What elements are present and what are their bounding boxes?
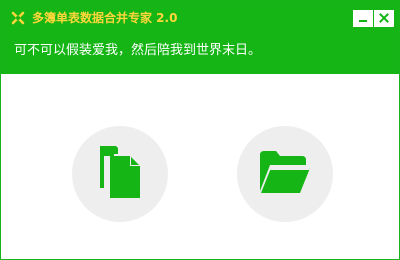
- copy-files-icon: [98, 144, 142, 204]
- close-button[interactable]: [374, 10, 394, 27]
- window-title: 多簿单表数据合并专家 2.0: [32, 11, 178, 25]
- subtitle-text: 可不可以假装爱我，然后陪我到世界末日。: [14, 43, 262, 58]
- minimize-button[interactable]: [353, 10, 373, 27]
- app-window: 多簿单表数据合并专家 2.0 可不可以假装爱我，然后陪我到世界末日。: [0, 0, 400, 260]
- title-bar: 多簿单表数据合并专家 2.0 可不可以假装爱我，然后陪我到世界末日。: [1, 1, 399, 74]
- add-files-button[interactable]: [72, 126, 168, 222]
- minimize-icon: [357, 9, 369, 28]
- add-folder-button[interactable]: [237, 126, 333, 222]
- folder-open-icon: [258, 149, 312, 199]
- close-icon: [378, 9, 390, 28]
- app-logo-icon: [10, 10, 26, 26]
